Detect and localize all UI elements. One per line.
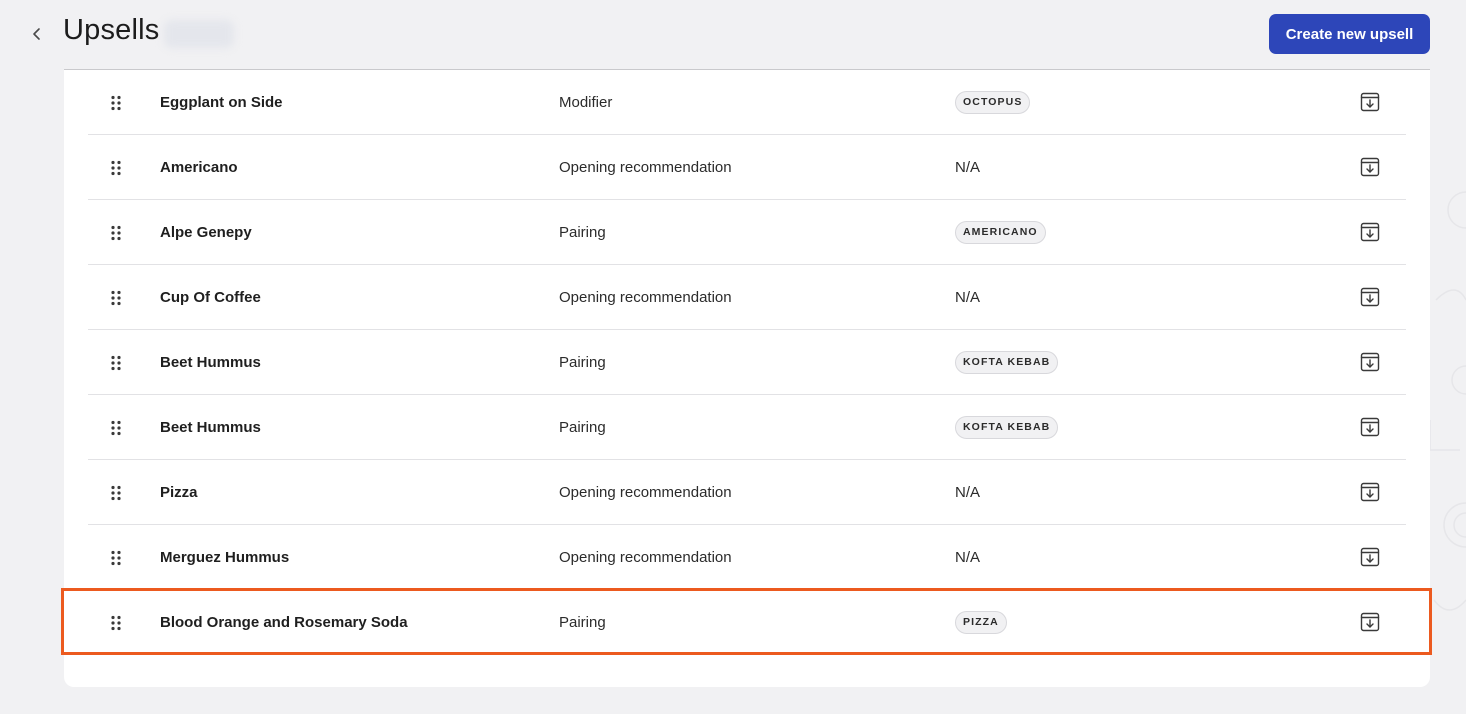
page-header: Upsells Create new upsell <box>0 0 1466 70</box>
archive-icon[interactable] <box>1360 92 1380 112</box>
trigger-item-text: N/A <box>955 484 981 501</box>
create-new-upsell-button[interactable]: Create new upsell <box>1269 14 1430 54</box>
upsell-row[interactable]: Cup Of Coffee Opening recommendation N/A <box>88 265 1406 330</box>
upsell-row[interactable]: Beet Hummus Pairing KOFTA KEBAB <box>88 395 1406 460</box>
upsell-type: Opening recommendation <box>559 549 732 566</box>
trigger-item-text: N/A <box>955 549 981 566</box>
upsell-type: Pairing <box>559 614 606 631</box>
archive-icon[interactable] <box>1360 222 1380 242</box>
drag-handle-icon[interactable] <box>110 160 122 176</box>
trigger-item-tag: KOFTA KEBAB <box>955 416 1059 439</box>
chevron-left-icon <box>33 28 40 40</box>
drag-handle-icon[interactable] <box>110 95 122 111</box>
upsell-item-name: Beet Hummus <box>160 419 261 436</box>
upsell-type: Opening recommendation <box>559 289 732 306</box>
upsell-row[interactable]: Pizza Opening recommendation N/A <box>88 460 1406 525</box>
upsell-type: Modifier <box>559 94 613 111</box>
upsell-item-name: Eggplant on Side <box>160 94 283 111</box>
archive-icon[interactable] <box>1360 482 1380 502</box>
upsell-item-name: Alpe Genepy <box>160 224 252 241</box>
upsell-type: Opening recommendation <box>559 159 732 176</box>
upsell-item-name: Americano <box>160 159 238 176</box>
trigger-item-text: N/A <box>955 159 981 176</box>
archive-icon[interactable] <box>1360 547 1380 567</box>
trigger-item-text: N/A <box>955 289 981 306</box>
upsells-list-card: Eggplant on Side Modifier OCTOPUS Americ… <box>64 69 1430 687</box>
trigger-item-tag: OCTOPUS <box>955 91 1031 114</box>
back-button[interactable] <box>26 22 48 46</box>
drag-handle-icon[interactable] <box>110 420 122 436</box>
archive-icon[interactable] <box>1360 612 1380 632</box>
archive-icon[interactable] <box>1360 352 1380 372</box>
page-title: Upsells <box>63 14 160 46</box>
upsell-type: Opening recommendation <box>559 484 732 501</box>
upsell-row[interactable]: Americano Opening recommendation N/A <box>88 135 1406 200</box>
upsell-item-name: Blood Orange and Rosemary Soda <box>160 614 408 631</box>
upsell-row[interactable]: Alpe Genepy Pairing AMERICANO <box>88 200 1406 265</box>
trigger-item-tag: PIZZA <box>955 611 1007 634</box>
upsell-type: Pairing <box>559 224 606 241</box>
drag-handle-icon[interactable] <box>110 355 122 371</box>
upsell-type: Pairing <box>559 354 606 371</box>
upsell-item-name: Pizza <box>160 484 198 501</box>
drag-handle-icon[interactable] <box>110 615 122 631</box>
upsells-page: Upsells Create new upsell Eggplant on Si… <box>0 0 1466 714</box>
drag-handle-icon[interactable] <box>110 225 122 241</box>
archive-icon[interactable] <box>1360 287 1380 307</box>
upsell-item-name: Cup Of Coffee <box>160 289 261 306</box>
upsells-list: Eggplant on Side Modifier OCTOPUS Americ… <box>88 70 1406 655</box>
upsell-row[interactable]: Beet Hummus Pairing KOFTA KEBAB <box>88 330 1406 395</box>
trigger-item-tag: AMERICANO <box>955 221 1046 244</box>
trigger-item-tag: KOFTA KEBAB <box>955 351 1059 374</box>
background-doodle-icon <box>1429 191 1466 611</box>
upsell-item-name: Beet Hummus <box>160 354 261 371</box>
upsell-row[interactable]: Blood Orange and Rosemary Soda Pairing P… <box>88 590 1406 655</box>
drag-handle-icon[interactable] <box>110 485 122 501</box>
drag-handle-icon[interactable] <box>110 550 122 566</box>
upsell-row[interactable]: Merguez Hummus Opening recommendation N/… <box>88 525 1406 590</box>
redacted-location-name <box>164 20 234 48</box>
drag-handle-icon[interactable] <box>110 290 122 306</box>
archive-icon[interactable] <box>1360 157 1380 177</box>
upsell-type: Pairing <box>559 419 606 436</box>
upsell-row[interactable]: Eggplant on Side Modifier OCTOPUS <box>88 70 1406 135</box>
upsell-item-name: Merguez Hummus <box>160 549 290 566</box>
archive-icon[interactable] <box>1360 417 1380 437</box>
